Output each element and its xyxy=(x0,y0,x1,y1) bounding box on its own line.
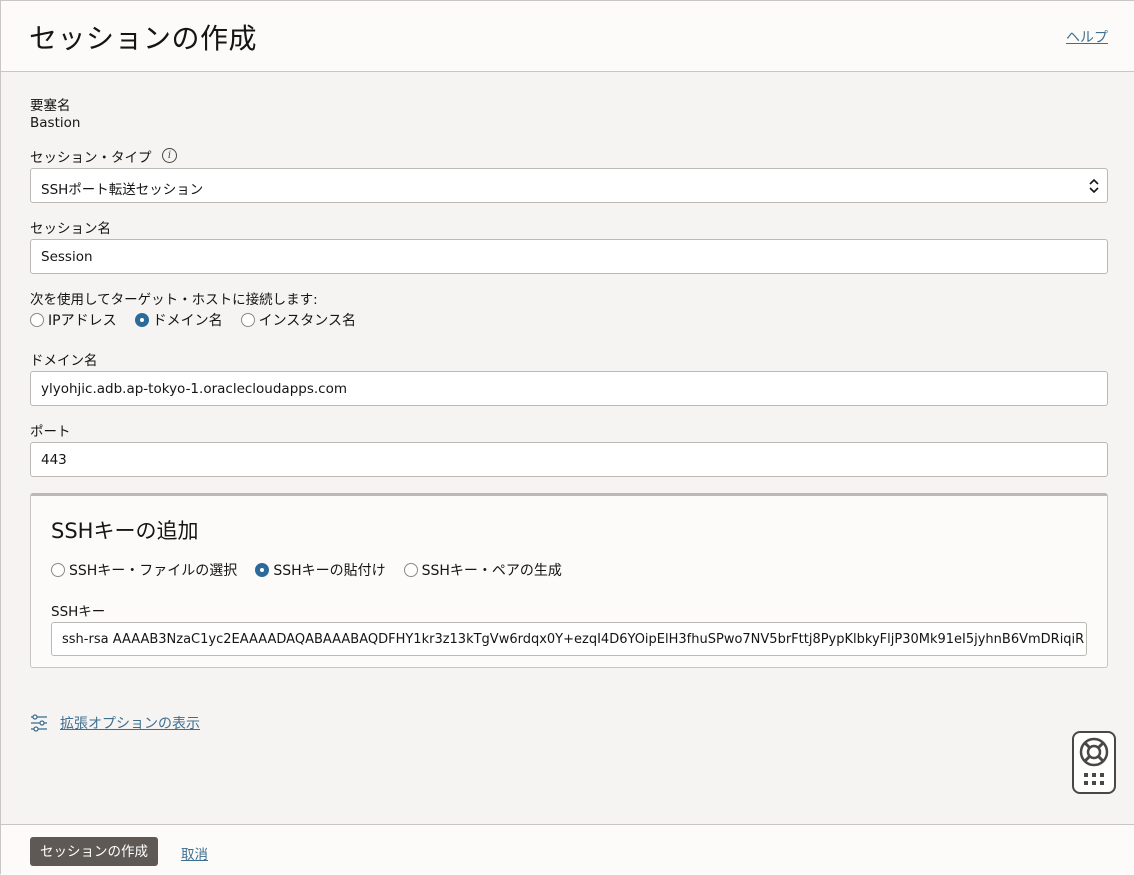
lifebuoy-icon xyxy=(1079,737,1109,785)
radio-label: SSHキーの貼付け xyxy=(273,563,386,579)
radio-label: SSHキー・ファイルの選択 xyxy=(69,563,238,579)
ssh-key-card: SSHキーの追加 SSHキー・ファイルの選択 SSHキーの貼付け SSHキー・ペ… xyxy=(30,493,1108,668)
port-input[interactable]: 443 xyxy=(30,442,1108,477)
create-session-panel: セッションの作成 ヘルプ 要塞名 Bastion セッション・タイプ i SSH… xyxy=(0,0,1134,875)
bastion-name-value: Bastion xyxy=(30,115,81,131)
ssh-key-input[interactable]: ssh-rsa AAAAB3NzaC1yc2EAAAADAQABAAABAQDF… xyxy=(51,622,1087,656)
page-title: セッションの作成 xyxy=(29,22,258,55)
session-type-selected: SSHポート転送セッション xyxy=(41,182,204,198)
ssh-key-label: SSHキー xyxy=(51,604,106,620)
radio-instance-name[interactable]: インスタンス名 xyxy=(240,310,357,330)
session-name-label: セッション名 xyxy=(30,221,111,237)
connect-by-radio-group: IPアドレス ドメイン名 インスタンス名 xyxy=(30,310,374,330)
radio-circle xyxy=(240,313,255,327)
radio-label: IPアドレス xyxy=(48,313,117,329)
radio-circle xyxy=(51,563,65,577)
radio-choose-key-file[interactable]: SSHキー・ファイルの選択 xyxy=(51,560,237,580)
session-type-select[interactable]: SSHポート転送セッション xyxy=(30,168,1108,203)
radio-label: SSHキー・ペアの生成 xyxy=(421,563,562,579)
session-type-label: セッション・タイプ xyxy=(30,150,152,166)
domain-name-label: ドメイン名 xyxy=(30,353,98,369)
info-icon[interactable]: i xyxy=(162,148,177,163)
radio-label: インスタンス名 xyxy=(258,313,357,329)
advanced-options-label: 拡張オプションの表示 xyxy=(60,716,200,732)
radio-domain-name[interactable]: ドメイン名 xyxy=(134,310,223,330)
radio-paste-key[interactable]: SSHキーの貼付け xyxy=(255,560,386,580)
radio-circle xyxy=(134,313,149,327)
advanced-options-toggle[interactable]: 拡張オプションの表示 xyxy=(30,713,200,733)
radio-circle xyxy=(30,313,44,327)
select-arrows-icon xyxy=(1089,178,1099,194)
connect-by-label: 次を使用してターゲット・ホストに接続します: xyxy=(30,292,318,308)
port-label: ポート xyxy=(30,424,71,440)
radio-generate-key-pair[interactable]: SSHキー・ペアの生成 xyxy=(403,560,562,580)
ssh-card-title: SSHキーの追加 xyxy=(51,519,199,543)
radio-ip-address[interactable]: IPアドレス xyxy=(30,310,117,330)
session-name-input[interactable]: Session xyxy=(30,239,1108,274)
cancel-link[interactable]: 取消 xyxy=(181,843,208,863)
domain-name-input[interactable]: ylyohjic.adb.ap-tokyo-1.oraclecloudapps.… xyxy=(30,371,1108,406)
create-session-button[interactable]: セッションの作成 xyxy=(30,837,158,866)
help-link[interactable]: ヘルプ xyxy=(1066,27,1108,47)
help-widget[interactable] xyxy=(1072,731,1116,794)
panel-header: セッションの作成 ヘルプ xyxy=(1,1,1134,72)
panel-footer: セッションの作成 取消 xyxy=(1,824,1134,875)
sliders-icon xyxy=(31,714,47,732)
bastion-name-label: 要塞名 xyxy=(30,98,71,114)
radio-circle xyxy=(255,563,270,577)
ssh-key-radio-group: SSHキー・ファイルの選択 SSHキーの貼付け SSHキー・ペアの生成 xyxy=(51,560,580,580)
radio-label: ドメイン名 xyxy=(152,313,223,329)
radio-circle xyxy=(403,563,418,577)
